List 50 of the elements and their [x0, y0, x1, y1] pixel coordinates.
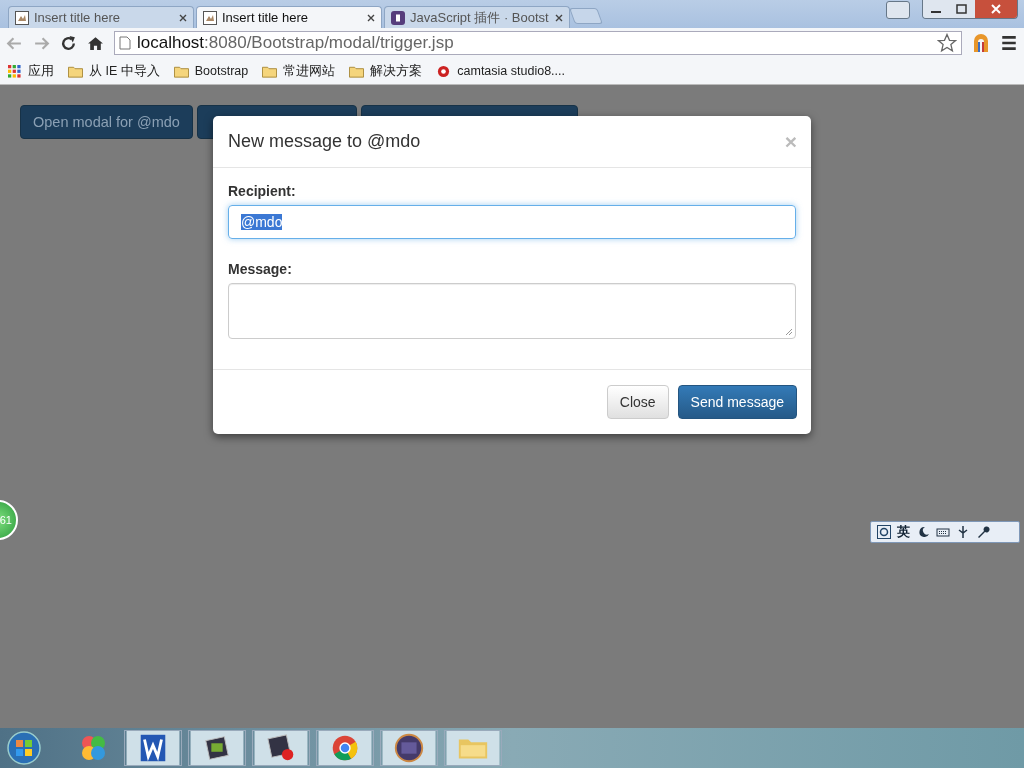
folder-icon: [173, 64, 189, 78]
ide-icon[interactable]: [380, 730, 438, 766]
page-icon: [119, 36, 131, 50]
bookmark-item[interactable]: 从 IE 中导入: [68, 62, 160, 80]
terminal-icon[interactable]: [252, 730, 310, 766]
browser-tab[interactable]: Insert title here: [8, 6, 194, 28]
bookmark-item[interactable]: camtasia studio8....: [436, 64, 565, 78]
field-label: Message:: [228, 261, 293, 277]
extension-icon[interactable]: [972, 33, 990, 53]
close-icon[interactable]: [975, 0, 1017, 18]
menu-icon[interactable]: [1000, 33, 1018, 53]
close-icon[interactable]: [555, 13, 563, 22]
browser-tab[interactable]: JavaScript 插件 · Bootst: [384, 6, 570, 28]
minimize-icon[interactable]: [923, 0, 949, 18]
restore-icon[interactable]: [949, 0, 975, 18]
bookmark-item[interactable]: 应用: [7, 62, 54, 80]
terminal-icon[interactable]: [188, 730, 246, 766]
close-icon[interactable]: [367, 13, 375, 22]
home-icon[interactable]: [87, 34, 104, 52]
site-icon: [436, 64, 452, 78]
bootstrap-icon: [391, 10, 405, 25]
close-button[interactable]: Close: [606, 385, 669, 419]
start-button[interactable]: [6, 730, 42, 766]
moon-icon[interactable]: [916, 525, 930, 539]
apps-icon: [7, 64, 22, 78]
folder-icon: [262, 64, 278, 78]
open-modal-button[interactable]: Open modal for @mdo: [20, 105, 193, 139]
modal-title: New message to @mdo: [228, 131, 421, 152]
word-icon[interactable]: [124, 730, 182, 766]
page-icon: [15, 10, 29, 25]
ime-language[interactable]: 英: [897, 523, 910, 541]
address-bar[interactable]: localhost:8080/Bootstrap/modal/trigger.jsp: [114, 31, 962, 55]
bookmark-item[interactable]: 常进网站: [262, 62, 336, 80]
recipient-field[interactable]: @mdo: [228, 205, 796, 239]
bookmark-item[interactable]: Bootstrap: [173, 64, 249, 78]
chrome-icon[interactable]: [316, 730, 374, 766]
message-field[interactable]: [228, 283, 796, 339]
close-icon[interactable]: [179, 13, 187, 22]
ime-logo-icon[interactable]: [877, 525, 891, 539]
bookmark-item[interactable]: 解决方案: [349, 62, 423, 80]
folder-icon: [68, 64, 83, 78]
resize-grip-icon: [785, 328, 793, 336]
page-icon: [203, 10, 217, 25]
browser-tab[interactable]: Insert title here: [196, 6, 382, 28]
folder-icon: [349, 64, 365, 78]
keyboard-icon[interactable]: [936, 525, 950, 539]
star-icon[interactable]: [937, 33, 957, 53]
field-label: Recipient:: [228, 183, 297, 199]
send-button[interactable]: Send message: [677, 385, 797, 419]
reload-icon[interactable]: [60, 34, 77, 52]
